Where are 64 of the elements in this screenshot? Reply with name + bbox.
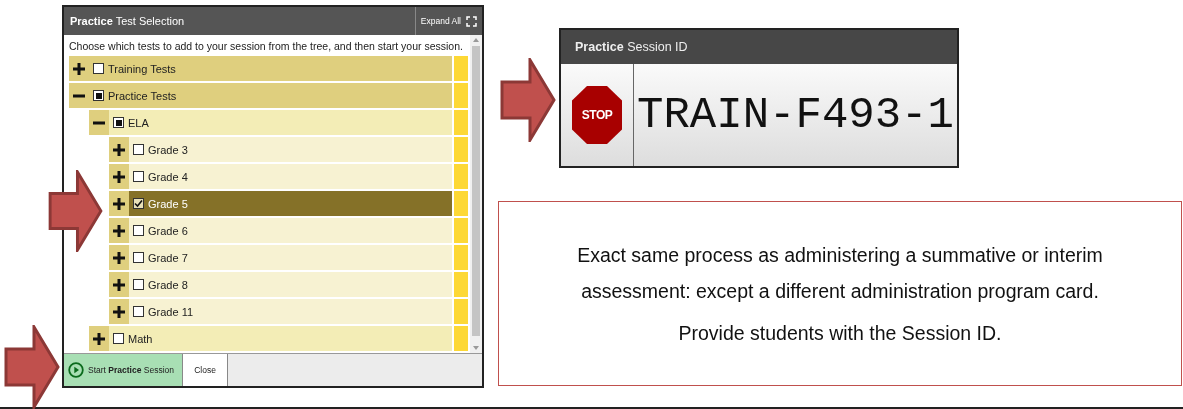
expand-icon [466, 15, 477, 27]
play-icon [68, 362, 84, 378]
status-stripe [454, 164, 468, 189]
status-stripe [454, 326, 468, 351]
card-title: Practice Session ID [575, 40, 688, 54]
tree-item[interactable]: Grade 4 [129, 164, 454, 189]
status-stripe [454, 245, 468, 270]
tree-item[interactable]: Practice Tests [89, 83, 454, 108]
close-button[interactable]: Close [183, 354, 228, 386]
tree-item[interactable]: Grade 5 [129, 191, 454, 216]
tree-item[interactable]: ELA [109, 110, 454, 135]
expand-toggle[interactable] [109, 191, 129, 216]
plus-icon [113, 278, 125, 291]
note-text: Provide students with the Session ID. [678, 320, 1002, 346]
expand-toggle[interactable] [109, 218, 129, 243]
checkbox[interactable] [113, 333, 124, 344]
checkbox[interactable] [93, 90, 104, 101]
expand-toggle[interactable] [109, 164, 129, 189]
plus-icon [113, 197, 125, 210]
note-text: Exact same process as administering a summative or interim assessment: except a different administration program card. [576, 242, 1104, 304]
instructions-text: Choose which tests to add to your session from the tree, and then start your session. [69, 40, 464, 52]
tree-item[interactable]: Grade 3 [129, 137, 454, 162]
status-stripe [454, 191, 468, 216]
tree-item[interactable]: Grade 11 [129, 299, 454, 324]
tree-item[interactable]: Training Tests [89, 56, 454, 81]
expand-toggle[interactable] [89, 326, 109, 351]
plus-icon [93, 332, 105, 345]
plus-icon [113, 143, 125, 156]
tree-item[interactable]: Math [109, 326, 454, 351]
expand-toggle[interactable] [69, 83, 89, 108]
status-stripe [454, 110, 468, 135]
plus-icon [113, 170, 125, 183]
tree-item[interactable]: Grade 6 [129, 218, 454, 243]
checkbox[interactable] [133, 198, 144, 209]
status-stripe [454, 299, 468, 324]
tree-item[interactable]: Grade 8 [129, 272, 454, 297]
panel-title: Practice Test Selection [69, 14, 186, 29]
checkbox[interactable] [133, 252, 144, 263]
plus-icon [113, 305, 125, 318]
checkbox[interactable] [133, 225, 144, 236]
checkbox[interactable] [133, 144, 144, 155]
status-stripe [454, 83, 468, 108]
expand-toggle[interactable] [109, 137, 129, 162]
checkbox[interactable] [133, 171, 144, 182]
status-stripe [454, 218, 468, 243]
plus-icon [73, 62, 85, 75]
expand-toggle[interactable] [69, 56, 89, 81]
tree-item[interactable]: Grade 7 [129, 245, 454, 270]
stop-sign: STOP [572, 86, 622, 144]
expand-toggle[interactable] [89, 110, 109, 135]
status-stripe [454, 56, 468, 81]
checkbox[interactable] [93, 63, 104, 74]
checkbox[interactable] [113, 117, 124, 128]
start-session-button[interactable]: Start Practice Session [64, 354, 183, 386]
expand-toggle[interactable] [109, 299, 129, 324]
plus-icon [113, 251, 125, 264]
checkbox[interactable] [133, 306, 144, 317]
expand-toggle[interactable] [109, 272, 129, 297]
status-stripe [454, 137, 468, 162]
expand-toggle[interactable] [109, 245, 129, 270]
plus-icon [113, 224, 125, 237]
status-stripe [454, 272, 468, 297]
checkbox[interactable] [133, 279, 144, 290]
session-id: TRAIN-F493-1 [636, 89, 955, 142]
